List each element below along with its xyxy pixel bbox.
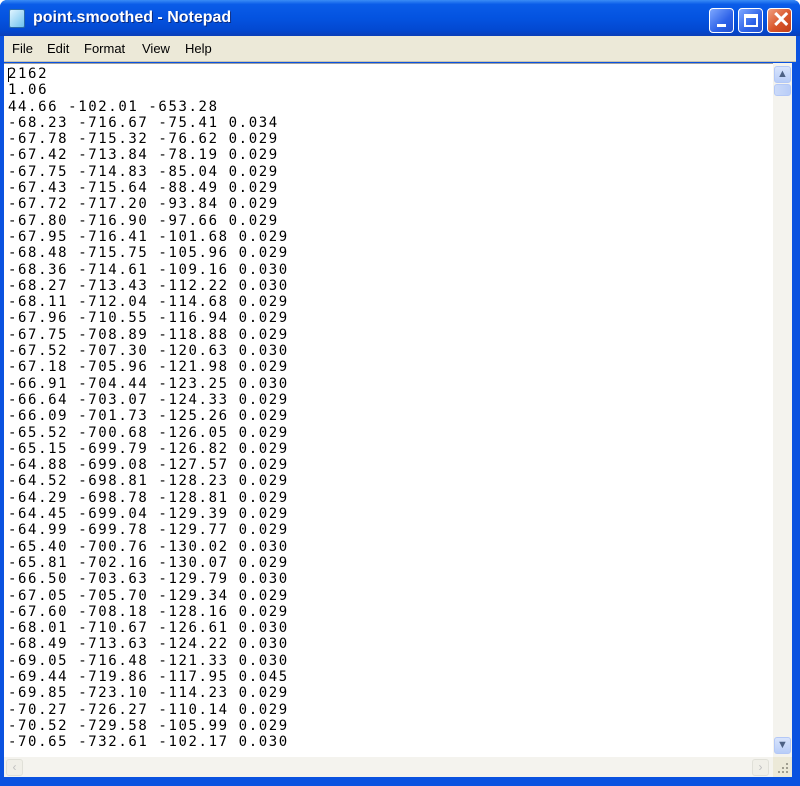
text-line: -68.49 -713.63 -124.22 0.030: [8, 636, 289, 653]
text-line: -64.88 -699.08 -127.57 0.029: [8, 457, 289, 474]
minimize-icon: [717, 24, 726, 27]
close-icon: ✕: [772, 7, 791, 32]
text-line: -68.27 -713.43 -112.22 0.030: [8, 277, 289, 294]
text-line: -69.85 -723.10 -114.23 0.029: [8, 685, 289, 702]
text-line: -67.18 -705.96 -121.98 0.029: [8, 359, 289, 376]
text-line: 44.66 -102.01 -653.28: [8, 98, 219, 115]
text-line: -64.52 -698.81 -128.23 0.029: [8, 473, 289, 490]
menu-bar: File Edit Format View Help: [4, 36, 796, 62]
text-line: 1.06: [8, 82, 49, 99]
close-button[interactable]: ✕: [767, 8, 792, 33]
menu-file[interactable]: File: [12, 41, 33, 56]
document-text[interactable]: 2162 1.06 44.66 -102.01 -653.28 -68.23 -716…: [8, 66, 289, 750]
text-line: 2162: [8, 66, 49, 82]
chevron-right-icon: ›: [758, 760, 763, 774]
text-line: -66.09 -701.73 -125.26 0.029: [8, 408, 289, 425]
text-line: -70.52 -729.58 -105.99 0.029: [8, 717, 289, 734]
text-line: -67.43 -715.64 -88.49 0.029: [8, 180, 279, 197]
chevron-left-icon: ‹: [12, 760, 17, 774]
text-line: -67.60 -708.18 -128.16 0.029: [8, 603, 289, 620]
text-editor[interactable]: 2162 1.06 44.66 -102.01 -653.28 -68.23 -716…: [4, 63, 773, 757]
maximize-icon: [744, 14, 758, 27]
text-line: -70.27 -726.27 -110.14 0.029: [8, 701, 289, 718]
text-line: -68.36 -714.61 -109.16 0.030: [8, 261, 289, 278]
text-line: -68.01 -710.67 -126.61 0.030: [8, 620, 289, 637]
menu-view[interactable]: View: [142, 41, 170, 56]
text-line: -64.45 -699.04 -129.39 0.029: [8, 506, 289, 523]
text-line: -67.72 -717.20 -93.84 0.029: [8, 196, 279, 213]
text-line: -67.80 -716.90 -97.66 0.029: [8, 212, 279, 229]
text-line: -65.40 -700.76 -130.02 0.030: [8, 538, 289, 555]
text-line: -67.75 -714.83 -85.04 0.029: [8, 163, 279, 180]
chevron-up-icon: ▲: [777, 68, 788, 80]
text-line: -70.65 -732.61 -102.17 0.030: [8, 734, 289, 751]
text-line: -64.99 -699.78 -129.77 0.029: [8, 522, 289, 539]
text-line: -67.05 -705.70 -129.34 0.029: [8, 587, 289, 604]
menu-edit[interactable]: Edit: [47, 41, 69, 56]
text-line: -65.81 -702.16 -130.07 0.029: [8, 554, 289, 571]
text-line: -66.50 -703.63 -129.79 0.030: [8, 571, 289, 588]
vertical-scrollbar[interactable]: ▲ ▼: [773, 63, 792, 757]
notepad-window: point.smoothed - Notepad ✕ File Edit For…: [0, 0, 800, 786]
text-line: -67.52 -707.30 -120.63 0.030: [8, 343, 289, 360]
text-line: -68.23 -716.67 -75.41 0.034: [8, 114, 279, 131]
text-line: -67.75 -708.89 -118.88 0.029: [8, 326, 289, 343]
text-line: -65.15 -699.79 -126.82 0.029: [8, 440, 289, 457]
text-line: -68.48 -715.75 -105.96 0.029: [8, 245, 289, 262]
scroll-up-button[interactable]: ▲: [774, 66, 791, 83]
chevron-down-icon: ▼: [777, 739, 788, 751]
scroll-down-button[interactable]: ▼: [774, 737, 791, 754]
menu-help[interactable]: Help: [185, 41, 212, 56]
notepad-icon[interactable]: [9, 9, 25, 28]
text-line: -66.64 -703.07 -124.33 0.029: [8, 391, 289, 408]
scroll-left-button[interactable]: ‹: [6, 759, 23, 776]
text-line: -67.42 -713.84 -78.19 0.029: [8, 147, 279, 164]
text-line: -67.96 -710.55 -116.94 0.029: [8, 310, 289, 327]
scroll-thumb[interactable]: [774, 84, 791, 96]
text-line: -67.95 -716.41 -101.68 0.029: [8, 228, 289, 245]
menu-format[interactable]: Format: [84, 41, 125, 56]
text-line: -68.11 -712.04 -114.68 0.029: [8, 294, 289, 311]
resize-grip[interactable]: [773, 757, 792, 777]
scroll-right-button[interactable]: ›: [752, 759, 769, 776]
text-line: -69.05 -716.48 -121.33 0.030: [8, 652, 289, 669]
text-line: -66.91 -704.44 -123.25 0.030: [8, 375, 289, 392]
maximize-button[interactable]: [738, 8, 763, 33]
text-line: -67.78 -715.32 -76.62 0.029: [8, 131, 279, 148]
horizontal-scrollbar[interactable]: ‹ ›: [4, 757, 773, 777]
title-bar[interactable]: point.smoothed - Notepad ✕: [0, 0, 800, 36]
window-title: point.smoothed - Notepad: [33, 9, 232, 26]
text-line: -65.52 -700.68 -126.05 0.029: [8, 424, 289, 441]
minimize-button[interactable]: [709, 8, 734, 33]
text-line: -64.29 -698.78 -128.81 0.029: [8, 489, 289, 506]
text-caret: [8, 68, 9, 82]
text-line: -69.44 -719.86 -117.95 0.045: [8, 668, 289, 685]
